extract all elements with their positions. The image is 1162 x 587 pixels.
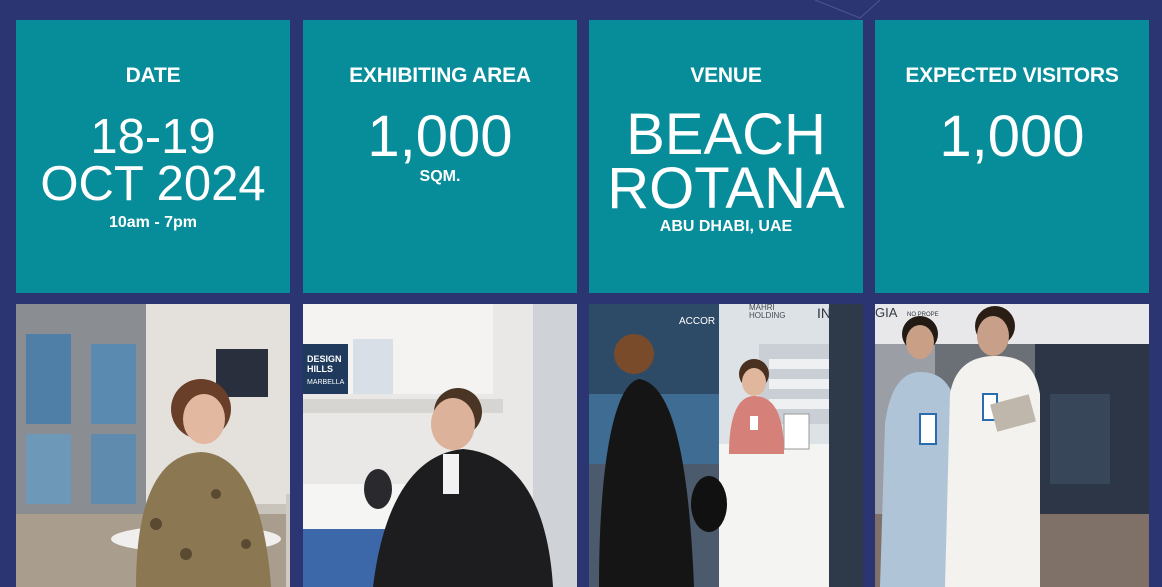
date-tile: DATE 18-19 OCT 2024 10am - 7pm xyxy=(16,20,290,293)
date-label: DATE xyxy=(125,64,181,87)
expected-visitors-tile: EXPECTED VISITORS 1,000 xyxy=(875,20,1149,293)
expected-visitors-value: 1,000 xyxy=(875,108,1149,166)
exhibiting-area-unit: SQM. xyxy=(419,168,461,185)
date-value-line-1: 18-19 xyxy=(90,110,216,164)
photo-4-scene: GIA NO PROPE xyxy=(875,304,1149,587)
photo-1-scene xyxy=(16,304,290,587)
book-title-1: DESIGN xyxy=(307,354,342,364)
book-title-2: HILLS xyxy=(307,364,333,374)
page: { "stats": [ { "label": "DATE", "value_l… xyxy=(0,0,1162,587)
photo-3-scene: ACCOR MAHRI HOLDING IN GEO xyxy=(589,304,863,587)
exhibiting-area-number: 1,000 xyxy=(367,104,513,169)
banner-text-gia: GIA xyxy=(875,305,898,320)
photo-2-scene: DESIGN HILLS MARBELLA xyxy=(303,304,577,587)
exhibiting-area-label: EXHIBITING AREA xyxy=(349,64,531,87)
event-photo-1 xyxy=(16,304,290,587)
event-photo-3: ACCOR MAHRI HOLDING IN GEO xyxy=(589,304,863,587)
event-photo-2: DESIGN HILLS MARBELLA xyxy=(303,304,577,587)
banner-text-2: HOLDING xyxy=(749,311,785,320)
expected-visitors-number: 1,000 xyxy=(939,104,1085,169)
exhibiting-area-tile: EXHIBITING AREA 1,000 SQM. xyxy=(303,20,577,293)
banner-text-accor: ACCOR xyxy=(679,316,715,327)
date-hours: 10am - 7pm xyxy=(108,214,198,231)
date-value: 18-19 OCT 2024 xyxy=(16,110,290,211)
expected-visitors-label: EXPECTED VISITORS xyxy=(905,64,1119,87)
event-photo-4: GIA NO PROPE xyxy=(875,304,1149,587)
exhibiting-area-value: 1,000 xyxy=(303,108,577,166)
venue-label: VENUE xyxy=(690,64,762,87)
venue-location: ABU DHABI, UAE xyxy=(659,218,793,235)
venue-name: BEACH ROTANA xyxy=(589,102,863,221)
venue-tile: VENUE BEACH ROTANA ABU DHABI, UAE xyxy=(589,20,863,293)
book-title-3: MARBELLA xyxy=(307,379,345,386)
venue-name-line-1: BEACH xyxy=(626,102,826,167)
venue-name-line-2: ROTANA xyxy=(607,156,845,221)
date-value-line-2: OCT 2024 xyxy=(40,157,266,211)
